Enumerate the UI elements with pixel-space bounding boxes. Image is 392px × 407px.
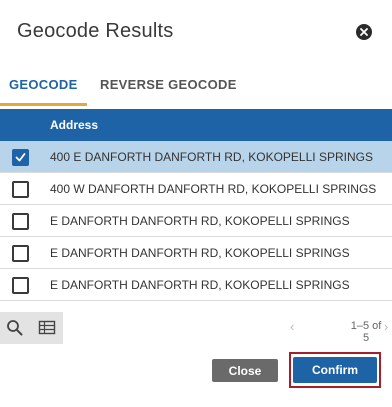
table-view-button[interactable] bbox=[32, 312, 63, 344]
tab-bar: GEOCODE REVERSE GEOCODE bbox=[0, 66, 392, 108]
table-row[interactable]: 400 W DANFORTH DANFORTH RD, KOKOPELLI SP… bbox=[0, 173, 392, 205]
table-row[interactable]: 400 E DANFORTH DANFORTH RD, KOKOPELLI SP… bbox=[0, 141, 392, 173]
dialog-header: Geocode Results bbox=[0, 0, 392, 64]
active-tab-indicator bbox=[0, 103, 87, 106]
table-toolbar bbox=[0, 312, 63, 344]
search-button[interactable] bbox=[0, 312, 31, 344]
table-header: Address bbox=[0, 109, 392, 141]
checkmark-icon bbox=[15, 153, 26, 162]
confirm-button[interactable]: Confirm bbox=[293, 357, 377, 383]
search-icon bbox=[7, 320, 23, 336]
row-checkbox[interactable] bbox=[12, 213, 29, 230]
close-icon[interactable] bbox=[356, 24, 372, 40]
chevron-left-icon[interactable]: ‹ bbox=[290, 319, 294, 334]
row-checkbox[interactable] bbox=[12, 181, 29, 198]
row-address: 400 E DANFORTH DANFORTH RD, KOKOPELLI SP… bbox=[50, 150, 373, 164]
tab-geocode[interactable]: GEOCODE bbox=[9, 77, 78, 92]
row-address: E DANFORTH DANFORTH RD, KOKOPELLI SPRING… bbox=[50, 246, 350, 260]
row-checkbox[interactable] bbox=[12, 277, 29, 294]
table-icon bbox=[38, 320, 56, 335]
table-row[interactable]: E DANFORTH DANFORTH RD, KOKOPELLI SPRING… bbox=[0, 269, 392, 301]
chevron-right-icon[interactable]: › bbox=[384, 319, 388, 334]
row-address: E DANFORTH DANFORTH RD, KOKOPELLI SPRING… bbox=[50, 214, 350, 228]
dialog-title: Geocode Results bbox=[17, 20, 174, 42]
row-checkbox[interactable] bbox=[12, 149, 29, 166]
row-address: 400 W DANFORTH DANFORTH RD, KOKOPELLI SP… bbox=[50, 182, 377, 196]
pagination-range: 1–5 of 5 bbox=[350, 320, 382, 344]
row-address: E DANFORTH DANFORTH RD, KOKOPELLI SPRING… bbox=[50, 278, 350, 292]
results-table: Address 400 E DANFORTH DANFORTH RD, KOKO… bbox=[0, 109, 392, 301]
tab-reverse-geocode[interactable]: REVERSE GEOCODE bbox=[100, 77, 237, 92]
table-row[interactable]: E DANFORTH DANFORTH RD, KOKOPELLI SPRING… bbox=[0, 237, 392, 269]
table-row[interactable]: E DANFORTH DANFORTH RD, KOKOPELLI SPRING… bbox=[0, 205, 392, 237]
close-button[interactable]: Close bbox=[212, 359, 278, 382]
column-header-address: Address bbox=[50, 118, 99, 132]
row-checkbox[interactable] bbox=[12, 245, 29, 262]
pagination: ‹ 1–5 of 5 › bbox=[290, 319, 388, 344]
